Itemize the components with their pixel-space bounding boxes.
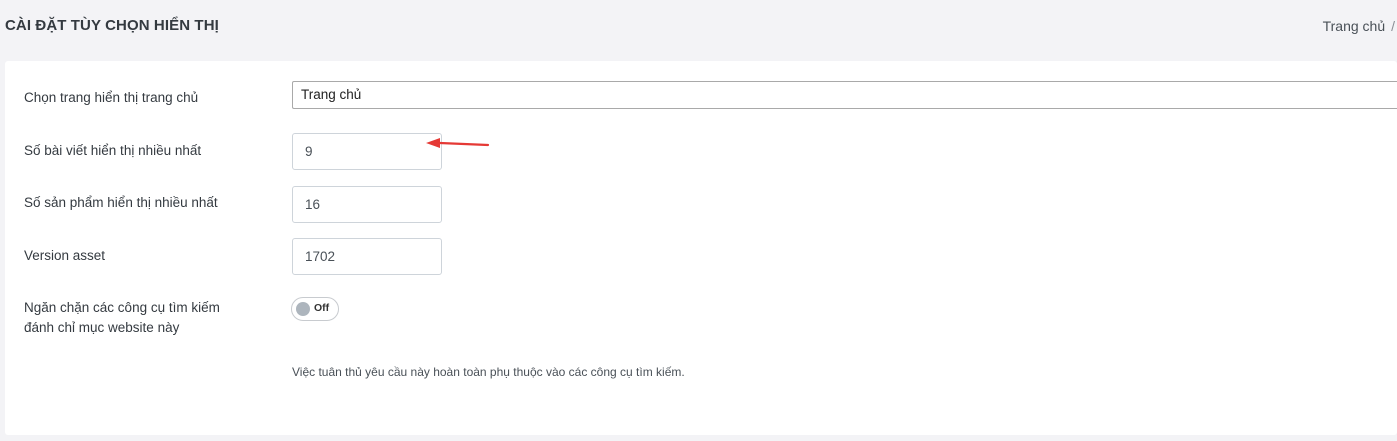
home-page-label: Chọn trang hiển thị trang chủ xyxy=(24,90,199,105)
block-indexing-label: Ngăn chặn các công cụ tìm kiếm đánh chỉ … xyxy=(24,298,220,338)
version-asset-input[interactable] xyxy=(292,238,442,275)
block-indexing-label-line2: đánh chỉ mục website này xyxy=(24,320,180,335)
max-posts-input[interactable] xyxy=(292,133,442,170)
toggle-knob xyxy=(296,302,310,316)
block-indexing-label-line1: Ngăn chặn các công cụ tìm kiếm xyxy=(24,300,220,315)
settings-card: Chọn trang hiển thị trang chủ Trang chủ … xyxy=(5,61,1397,435)
max-products-input[interactable] xyxy=(292,186,442,223)
max-posts-label: Số bài viết hiển thị nhiều nhất xyxy=(24,143,202,158)
page-title: CÀI ĐẶT TÙY CHỌN HIỂN THỊ xyxy=(5,17,219,34)
breadcrumb-separator: / xyxy=(1391,18,1395,34)
page-header: CÀI ĐẶT TÙY CHỌN HIỂN THỊ Trang chủ / xyxy=(0,0,1397,56)
block-indexing-help-text: Việc tuân thủ yêu cầu này hoàn toàn phụ … xyxy=(292,365,685,379)
breadcrumb-home-link[interactable]: Trang chủ xyxy=(1323,18,1386,34)
version-asset-label: Version asset xyxy=(24,248,106,263)
max-products-label: Số sản phẩm hiển thị nhiều nhất xyxy=(24,195,218,210)
breadcrumb: Trang chủ / xyxy=(1323,18,1395,34)
block-indexing-toggle[interactable]: Off xyxy=(291,297,339,321)
home-page-select[interactable]: Trang chủ xyxy=(292,81,1397,109)
toggle-state-text: Off xyxy=(314,302,330,314)
